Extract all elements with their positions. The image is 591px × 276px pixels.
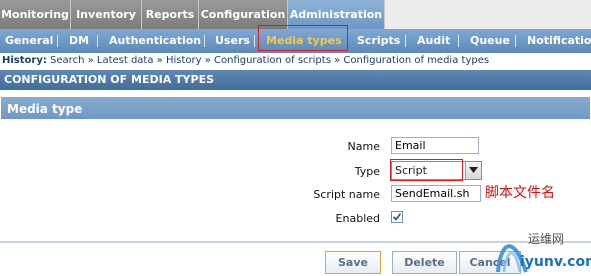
save-button[interactable]: Save <box>325 251 381 274</box>
check-icon <box>392 213 402 221</box>
chevron-down-icon[interactable] <box>465 162 481 179</box>
watermark-logo: 运维网 iyunv.com <box>490 226 591 276</box>
tab-scripts[interactable]: Scripts <box>357 29 400 53</box>
tab-general[interactable]: General <box>5 29 53 53</box>
tab-queue[interactable]: Queue <box>470 29 510 53</box>
menu-separator <box>458 35 459 47</box>
history-label: History: <box>2 55 47 66</box>
menu-separator <box>204 35 205 47</box>
script-name-label: Script name <box>313 188 380 201</box>
highlight-box-media-types <box>258 25 348 51</box>
top-menu-inventory[interactable]: Inventory <box>71 0 142 29</box>
watermark-site: iyunv.com <box>520 254 591 270</box>
tab-audit[interactable]: Audit <box>417 29 450 53</box>
tab-dm[interactable]: DM <box>69 29 89 53</box>
history-trail[interactable]: Search » Latest data » History » Configu… <box>50 55 489 66</box>
script-name-field[interactable]: SendEmail.sh <box>391 185 481 202</box>
enabled-checkbox[interactable] <box>391 211 403 223</box>
name-label: Name <box>347 140 380 153</box>
annotation-text: 脚本文件名 <box>485 185 555 201</box>
menu-separator <box>57 35 58 47</box>
highlight-box-type <box>390 159 463 181</box>
tab-authentication[interactable]: Authentication <box>109 29 201 53</box>
enabled-label: Enabled <box>335 212 380 225</box>
name-field[interactable]: Email <box>391 137 479 154</box>
breadcrumb: History: Search » Latest data » History … <box>0 53 591 69</box>
page-title: CONFIGURATION OF MEDIA TYPES <box>0 70 591 90</box>
menu-separator <box>97 35 98 47</box>
tab-users[interactable]: Users <box>215 29 250 53</box>
tab-notifications[interactable]: Notifications <box>527 29 591 53</box>
top-menu-monitoring[interactable]: Monitoring <box>0 0 71 29</box>
delete-button[interactable]: Delete <box>392 251 457 274</box>
menu-separator <box>405 35 406 47</box>
top-menu-reports[interactable]: Reports <box>142 0 199 29</box>
type-label: Type <box>354 165 380 178</box>
form-title: Media type <box>0 96 591 120</box>
menu-separator <box>515 35 516 47</box>
menu-separator <box>254 35 255 47</box>
watermark-site-cn: 运维网 <box>528 232 565 246</box>
